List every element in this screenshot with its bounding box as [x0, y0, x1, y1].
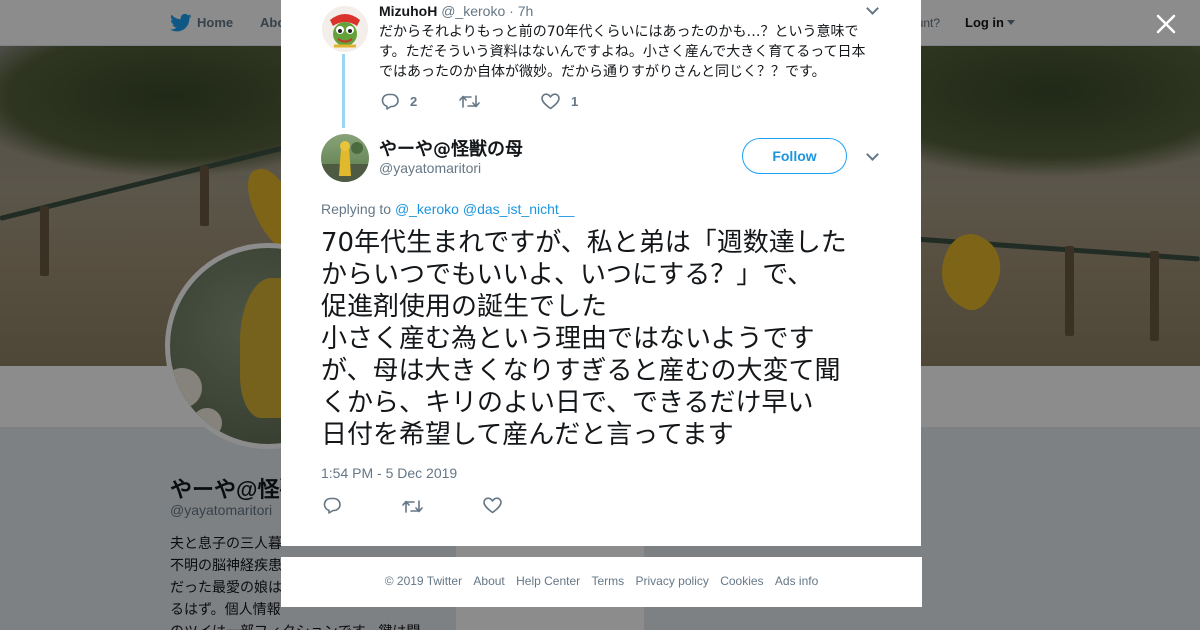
main-tweet-line: 小さく産む為という理由ではないようです [321, 324, 815, 354]
parent-tweet-line: だからそれよりもっと前の70年代くらいにはあったのかも…？という意味で [379, 24, 859, 40]
footer-link-ads-info[interactable]: Ads info [775, 574, 818, 588]
separator-dot: · [509, 3, 514, 19]
parent-tweet-line: ではあったのか自体が微妙。だから通りすがりさんと同じく？？です。 [379, 64, 826, 80]
main-tweet-avatar[interactable] [321, 134, 369, 182]
replying-to-mention[interactable]: @das_ist_nicht__ [463, 201, 575, 217]
footer-links: © 2019 Twitter About Help Center Terms P… [281, 574, 922, 588]
parent-like-count: 1 [571, 94, 579, 109]
main-like-button[interactable] [483, 497, 502, 514]
footer-link-about[interactable]: About [473, 574, 504, 588]
main-tweet-line: 70年代生まれですが、私と弟は「週数達した [321, 228, 847, 258]
main-tweet-line: からいつでもいいよ、いつにする？」で、 [321, 260, 814, 290]
reply-icon [323, 497, 341, 514]
replying-to-label: Replying to [321, 201, 392, 217]
parent-tweet-avatar[interactable] [322, 6, 368, 52]
main-tweet-line: が、母は大きくなりすぎると産むの大変て聞 [321, 356, 841, 386]
kaiju-avatar-icon [321, 141, 369, 182]
parent-author-name[interactable]: MizuhoH [379, 3, 437, 19]
retweet-icon [402, 500, 423, 513]
footer-link-help-center[interactable]: Help Center [516, 574, 580, 588]
replying-to-line: Replying to @_keroko @das_ist_nicht__ [321, 201, 574, 217]
main-tweet-timestamp[interactable]: 1:54 PM - 5 Dec 2019 [321, 465, 457, 481]
main-reply-button[interactable] [323, 497, 341, 514]
frog-avatar-icon [322, 6, 368, 52]
retweet-icon [459, 95, 480, 108]
parent-reply-count: 2 [410, 94, 418, 109]
parent-retweet-button[interactable] [459, 94, 491, 109]
main-author-name[interactable]: やーや@怪獣の母 [379, 135, 523, 161]
main-tweet-line: くから、キリのよい日で、できるだけ早い [321, 388, 814, 418]
main-tweet-line: 促進剤使用の誕生でした [321, 292, 608, 322]
main-author-handle[interactable]: @yayatomaritori [379, 160, 481, 176]
follow-button[interactable]: Follow [742, 138, 847, 174]
close-icon[interactable] [1152, 10, 1180, 38]
heart-icon [483, 497, 502, 514]
reply-icon [381, 93, 399, 110]
footer-link-privacy-policy[interactable]: Privacy policy [636, 574, 709, 588]
modal-footer: © 2019 Twitter About Help Center Terms P… [281, 557, 922, 607]
footer-link-cookies[interactable]: Cookies [720, 574, 763, 588]
thread-connector-line [342, 54, 345, 128]
parent-like-button[interactable]: 1 [541, 93, 578, 110]
footer-link-terms[interactable]: Terms [591, 574, 624, 588]
parent-author-handle[interactable]: @_keroko [441, 3, 505, 19]
parent-tweet-text: だからそれよりもっと前の70年代くらいにはあったのかも…？という意味で す。ただ… [379, 22, 879, 82]
heart-icon [541, 93, 560, 110]
main-retweet-button[interactable] [402, 499, 423, 514]
parent-tweet-header: MizuhoH @_keroko · 7h [379, 3, 533, 19]
footer-copyright: © 2019 Twitter [384, 574, 463, 588]
replying-to-mention[interactable]: @_keroko [395, 201, 459, 217]
parent-tweet-line: す。ただそういう資料はないんですよね。小さく産んで大きく育てるって日本 [379, 44, 866, 60]
main-tweet-line: 日付を希望して産んだと言ってます [321, 420, 734, 450]
main-tweet-text: 70年代生まれですが、私と弟は「週数達した からいつでもいいよ、いつにする？」で… [321, 227, 891, 451]
parent-reply-button[interactable]: 2 [381, 93, 417, 110]
parent-tweet-time[interactable]: 7h [518, 3, 534, 19]
